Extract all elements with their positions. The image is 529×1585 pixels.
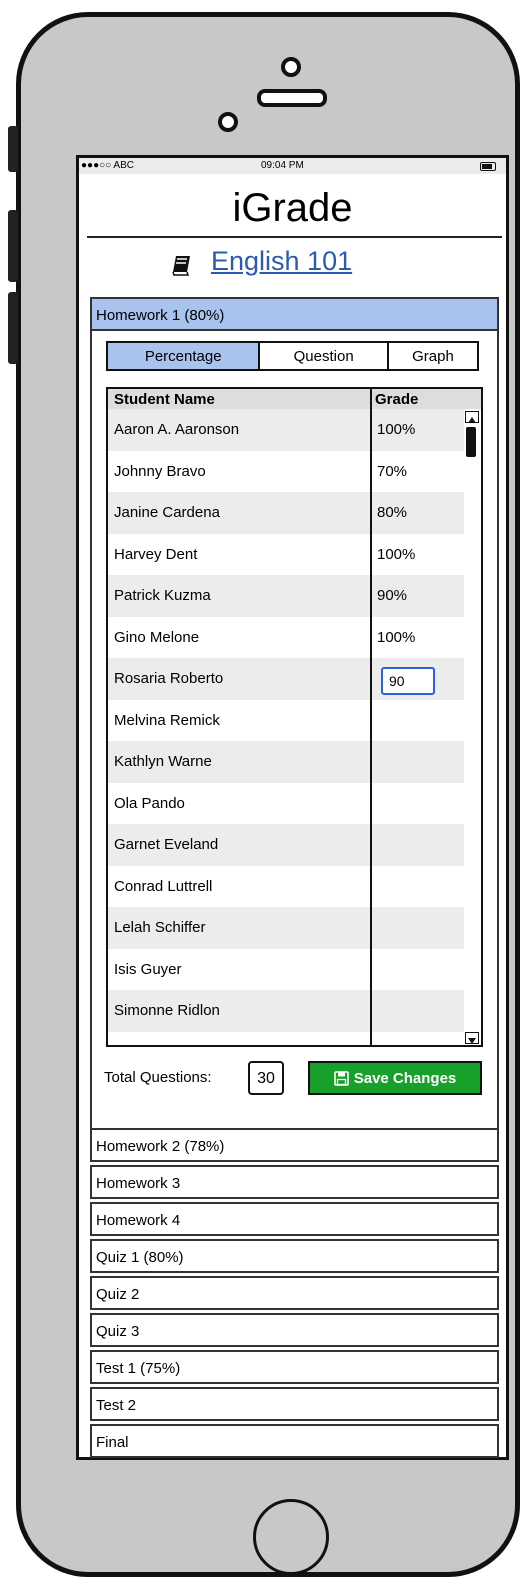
section-header-homework-1[interactable]: Homework 1 (80%) [90, 297, 499, 331]
section-header-homework-3[interactable]: Homework 3 [90, 1165, 499, 1199]
grade-value[interactable]: 80% [377, 504, 407, 521]
scroll-up-icon[interactable] [465, 411, 479, 423]
title-divider [87, 236, 502, 238]
scroll-thumb[interactable] [466, 427, 476, 457]
student-name: Kathlyn Warne [114, 753, 212, 770]
app-title: iGrade [232, 186, 353, 230]
status-bar: ●●●○○ ABC 09:04 PM [79, 158, 506, 174]
phone-frame: ●●●○○ ABC 09:04 PM iGrade English 101 Ho… [16, 12, 520, 1577]
section-header-final[interactable]: Final [90, 1424, 499, 1458]
student-name: Isis Guyer [114, 960, 182, 978]
camera-icon [281, 57, 301, 77]
table-row[interactable]: Lelah Schiffer [108, 907, 464, 949]
table-row[interactable]: Aaron A. Aaronson 100% [108, 409, 464, 451]
table-row[interactable]: Conrad Luttrell [108, 866, 464, 908]
section-header-quiz-3[interactable]: Quiz 3 [90, 1313, 499, 1347]
student-name: Garnet Eveland [114, 836, 219, 853]
view-tabs: Percentage Question Graph [106, 341, 479, 371]
mute-switch [8, 126, 18, 172]
table-row[interactable]: Gino Melone 100% [108, 617, 464, 659]
student-name: Aaron A. Aaronson [114, 421, 240, 438]
table-row[interactable]: Melvina Remick [108, 700, 464, 742]
course-link[interactable]: English 101 [211, 246, 352, 277]
grade-value[interactable]: 100% [377, 421, 415, 438]
table-row[interactable]: Janine Cardena 80% [108, 492, 464, 534]
student-name: Melvina Remick [114, 711, 220, 729]
student-name: Janine Cardena [114, 504, 220, 521]
home-button[interactable] [253, 1499, 329, 1575]
column-divider [370, 389, 372, 1045]
volume-up-button [8, 210, 18, 282]
section-header-test-2[interactable]: Test 2 [90, 1387, 499, 1421]
student-name: Rosaria Roberto [114, 670, 224, 687]
table-row[interactable]: Ola Pando [108, 783, 464, 825]
table-row[interactable]: Patrick Kuzma 90% [108, 575, 464, 617]
speaker-icon [257, 89, 327, 107]
volume-down-button [8, 292, 18, 364]
student-name: Ola Pando [114, 794, 185, 812]
section-header-quiz-2[interactable]: Quiz 2 [90, 1276, 499, 1310]
student-name: Simonne Ridlon [114, 1002, 220, 1019]
screen: ●●●○○ ABC 09:04 PM iGrade English 101 Ho… [76, 155, 509, 1460]
status-time: 09:04 PM [261, 160, 304, 171]
save-changes-button[interactable]: Save Changes [308, 1061, 482, 1095]
column-header-grade: Grade [375, 391, 419, 408]
table-row[interactable]: Kathlyn Warne [108, 741, 464, 783]
section-header-quiz-1[interactable]: Quiz 1 (80%) [90, 1239, 499, 1273]
student-name: Johnny Bravo [114, 462, 206, 480]
battery-icon [480, 162, 496, 171]
tab-question[interactable]: Question [260, 343, 389, 369]
carrier-signal: ●●●○○ ABC [81, 160, 134, 171]
table-row[interactable]: Isis Guyer [108, 949, 464, 991]
save-changes-label: Save Changes [353, 1069, 457, 1087]
grade-value[interactable]: 90% [377, 587, 407, 604]
sensor-icon [218, 112, 238, 132]
floppy-disk-icon [333, 1070, 349, 1086]
table-row[interactable]: Harvey Dent 100% [108, 534, 464, 576]
table-header: Student Name Grade [108, 389, 481, 409]
section-header-test-1[interactable]: Test 1 (75%) [90, 1350, 499, 1384]
total-questions-input[interactable]: 30 [248, 1061, 284, 1095]
table-row[interactable]: Johnny Bravo 70% [108, 451, 464, 493]
student-name: Patrick Kuzma [114, 587, 211, 604]
book-icon [172, 256, 190, 276]
grade-value[interactable]: 100% [377, 629, 415, 646]
student-name: Lelah Schiffer [114, 919, 206, 936]
tab-percentage[interactable]: Percentage [108, 343, 261, 369]
grade-value[interactable]: 100% [377, 546, 415, 563]
grade-input[interactable]: 90 [381, 667, 435, 695]
grades-table: Student Name Grade Aaron A. Aaronson 100… [106, 387, 483, 1047]
table-row[interactable]: Garnet Eveland [108, 824, 464, 866]
tab-graph[interactable]: Graph [389, 343, 477, 369]
table-row[interactable]: Rosaria Roberto 90 [108, 658, 464, 700]
table-row[interactable]: Simonne Ridlon [108, 990, 464, 1032]
scroll-down-icon[interactable] [465, 1032, 479, 1044]
student-name: Harvey Dent [114, 545, 198, 563]
student-name: Conrad Luttrell [114, 877, 213, 895]
total-questions-label: Total Questions: [104, 1069, 212, 1086]
student-name: Gino Melone [114, 628, 200, 646]
column-header-student: Student Name [114, 391, 215, 408]
scrollbar[interactable] [463, 409, 481, 1045]
section-header-homework-4[interactable]: Homework 4 [90, 1202, 499, 1236]
grade-value[interactable]: 70% [377, 463, 407, 480]
section-header-homework-2[interactable]: Homework 2 (78%) [90, 1128, 499, 1162]
